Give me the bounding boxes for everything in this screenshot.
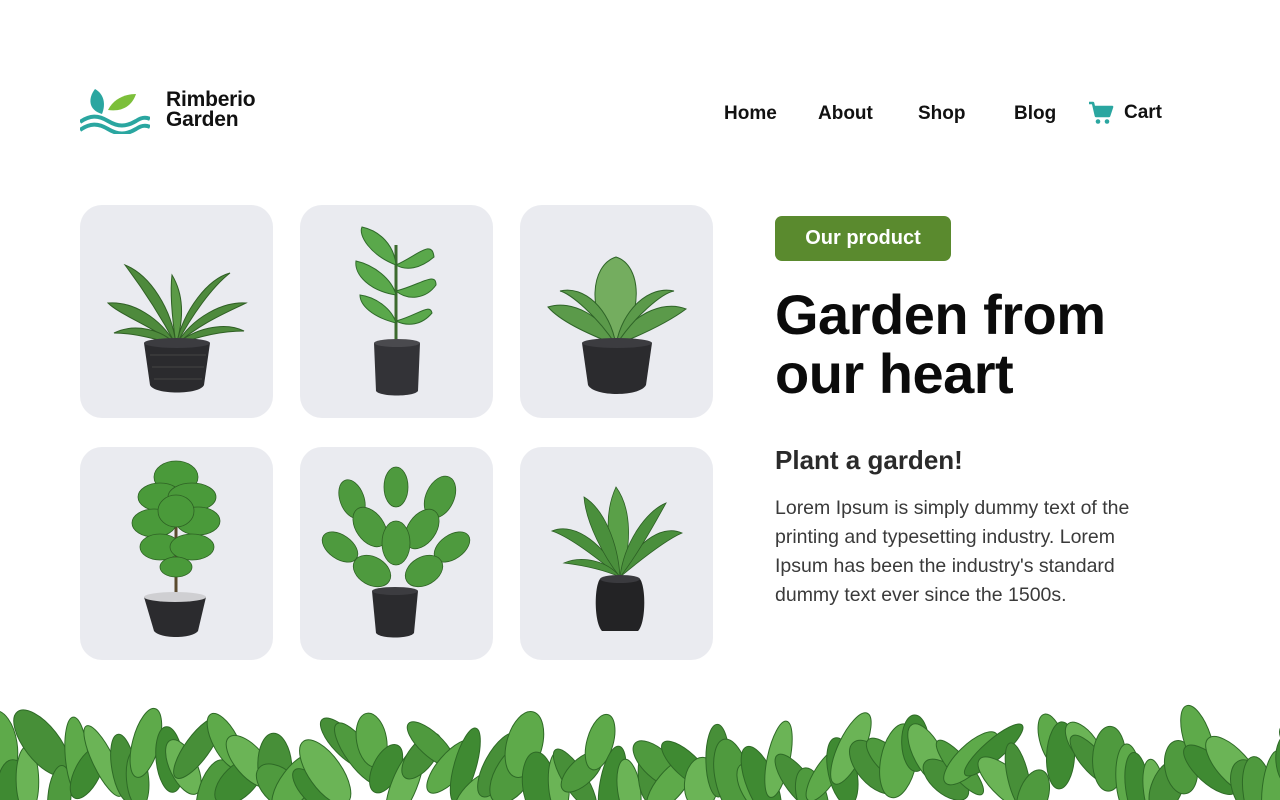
- our-product-badge[interactable]: Our product: [775, 216, 951, 261]
- product-tile-3[interactable]: [520, 205, 713, 418]
- hero-headline: Garden from our heart: [775, 285, 1195, 403]
- product-tile-1[interactable]: [80, 205, 273, 418]
- nav-home[interactable]: Home: [724, 103, 777, 125]
- main-nav: Home About Shop Blog Cart: [700, 100, 1180, 130]
- potted-plant-monstera-image: [355, 226, 437, 396]
- cart-label: Cart: [1124, 102, 1163, 123]
- nav-shop[interactable]: Shop: [918, 103, 966, 125]
- brand-logo[interactable]: Rimberio Garden: [80, 86, 256, 134]
- potted-plant-fiddle-leaf-image: [131, 460, 221, 637]
- brand-name: Rimberio Garden: [166, 88, 256, 131]
- brand-name-line1: Rimberio: [166, 88, 256, 111]
- potted-plant-rubber-plant-image: [321, 466, 471, 638]
- product-tile-6[interactable]: [520, 447, 713, 660]
- hero-body-text: Lorem Ipsum is simply dummy text of the …: [775, 497, 1130, 606]
- product-tile-4[interactable]: [80, 447, 273, 660]
- hero-headline-line1: Garden from: [775, 283, 1106, 346]
- hero-subheading: Plant a garden!: [775, 445, 963, 475]
- foliage-border-image: [0, 704, 1280, 800]
- nav-blog[interactable]: Blog: [1014, 103, 1056, 125]
- nav-about[interactable]: About: [818, 103, 873, 125]
- product-tile-2[interactable]: [300, 205, 493, 418]
- nav-cart[interactable]: Cart: [1088, 100, 1162, 126]
- hero-headline-line2: our heart: [775, 342, 1014, 405]
- potted-plant-broad-leaf-image: [106, 263, 248, 393]
- product-tile-5[interactable]: [300, 447, 493, 660]
- potted-plant-peace-lily-image: [550, 486, 683, 631]
- shopping-cart-icon: [1089, 101, 1114, 124]
- potted-plant-alocasia-image: [547, 256, 688, 394]
- brand-name-line2: Garden: [166, 108, 239, 131]
- leaf-wave-logo-icon: [80, 89, 150, 134]
